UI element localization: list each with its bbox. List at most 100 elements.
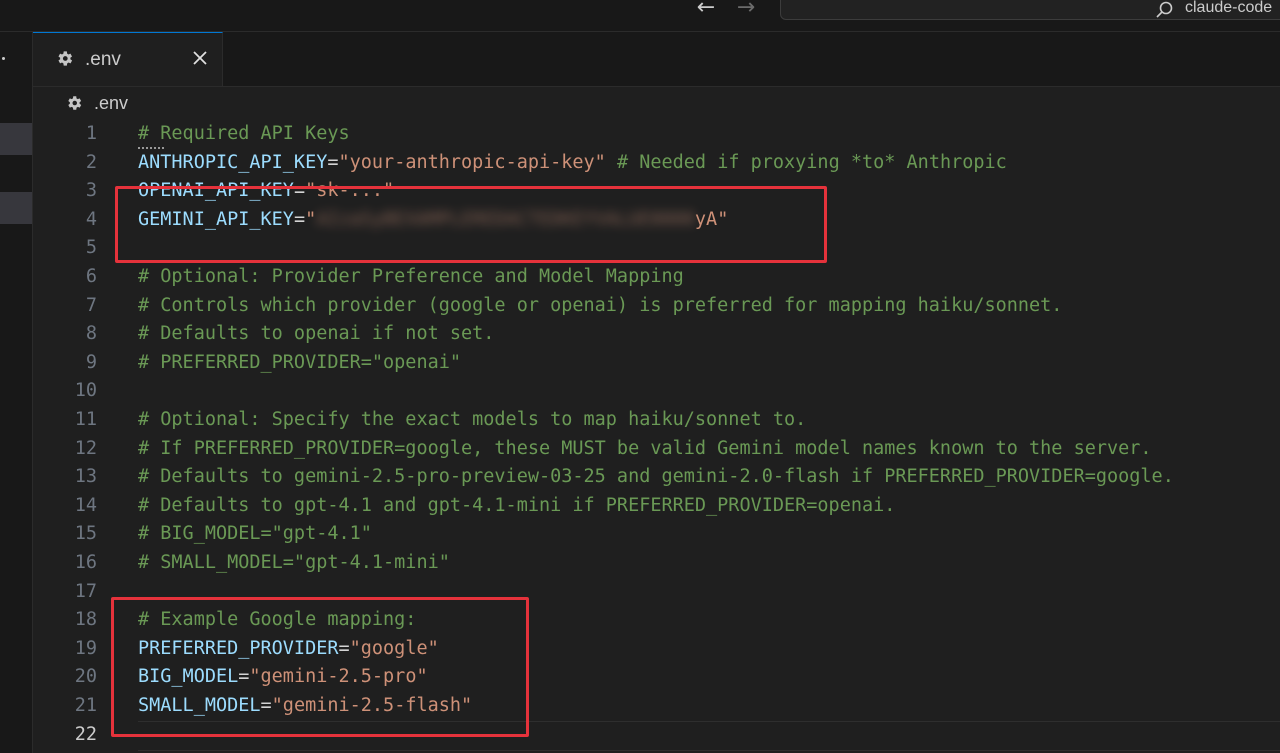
line-code: # Defaults to gpt-4.1 and gpt-4.1-mini i… — [138, 492, 895, 521]
breadcrumb-item-env[interactable]: .env — [94, 93, 128, 114]
env-variable-value: "gemini-2.5-flash" — [272, 695, 472, 716]
code-line[interactable]: 11 # Optional: Specify the exact models t… — [33, 406, 1280, 435]
env-variable-value: "sk-..." — [305, 180, 394, 201]
gear-icon — [55, 49, 74, 68]
equals-sign: = — [338, 638, 349, 659]
code-line[interactable]: 20BIG_MODEL="gemini-2.5-pro" — [33, 663, 1280, 692]
line-code: SMALL_MODEL="gemini-2.5-flash" — [138, 692, 472, 721]
code-comment: # Optional: Specify the exact models to … — [138, 409, 806, 430]
code-line[interactable]: 9 # PREFERRED_PROVIDER="openai" — [33, 349, 1280, 378]
line-number: 5 — [33, 234, 97, 263]
code-line[interactable]: 6 # Optional: Provider Preference and Mod… — [33, 263, 1280, 292]
line-code: # Controls which provider (google or ope… — [138, 292, 1062, 321]
tab-env[interactable]: .env — [33, 32, 223, 86]
line-code: OPENAI_API_KEY="sk-..." — [138, 177, 394, 206]
line-number: 9 — [33, 349, 97, 378]
env-variable-value-suffix: yA" — [695, 209, 728, 230]
code-line[interactable]: 15# BIG_MODEL="gpt-4.1" — [33, 520, 1280, 549]
code-comment: # Needed if proxying *to* Anthropic — [606, 152, 1007, 173]
equals-sign: = — [294, 180, 305, 201]
line-number: 13 — [33, 463, 97, 492]
gear-icon — [65, 94, 83, 112]
code-line[interactable]: 5 — [33, 234, 1280, 263]
line-number: 10 — [33, 377, 97, 406]
line-code: # Defaults to openai if not set. — [138, 320, 494, 349]
env-variable-name: SMALL_MODEL — [138, 695, 261, 716]
line-number: 16 — [33, 549, 97, 578]
code-comment: # BIG_MODEL="gpt-4.1" — [138, 523, 372, 544]
equals-sign: = — [261, 695, 272, 716]
code-line[interactable]: 10 — [33, 377, 1280, 406]
code-line[interactable]: 8 # Defaults to openai if not set. — [33, 320, 1280, 349]
code-comment: # Controls which provider (google or ope… — [138, 295, 1062, 316]
equals-sign: = — [238, 666, 249, 687]
line-code: PREFERRED_PROVIDER="google" — [138, 635, 439, 664]
sidebar — [0, 32, 33, 753]
equals-sign: = — [294, 209, 305, 230]
code-line[interactable]: 18# Example Google mapping: — [33, 606, 1280, 635]
code-editor[interactable]: 1# Required API Keys2ANTHROPIC_API_KEY="… — [33, 120, 1280, 753]
code-line[interactable]: 13 # Defaults to gemini-2.5-pro-preview-0… — [33, 463, 1280, 492]
code-line[interactable]: 16 # SMALL_MODEL="gpt-4.1-mini" — [33, 549, 1280, 578]
code-line[interactable]: 4 GEMINI_API_KEY="AIzaSyBEXAMPLEREDACTEDK… — [33, 206, 1280, 235]
code-line[interactable]: 14 # Defaults to gpt-4.1 and gpt-4.1-mini… — [33, 492, 1280, 521]
line-number: 7 — [33, 292, 97, 321]
line-number: 14 — [33, 492, 97, 521]
line-code: # Required API Keys — [138, 120, 350, 149]
env-variable-name: ANTHROPIC_API_KEY — [138, 152, 327, 173]
env-variable-value: "your-anthropic-api-key" — [339, 152, 606, 173]
line-number: 6 — [33, 263, 97, 292]
line-code: # BIG_MODEL="gpt-4.1" — [138, 520, 372, 549]
line-number: 17 — [33, 578, 97, 607]
code-line[interactable]: 12 # If PREFERRED_PROVIDER=google, these … — [33, 435, 1280, 464]
code-comment: # Required API Keys — [138, 123, 350, 144]
line-code: # SMALL_MODEL="gpt-4.1-mini" — [138, 549, 450, 578]
env-variable-name: BIG_MODEL — [138, 666, 238, 687]
code-comment: # SMALL_MODEL="gpt-4.1-mini" — [138, 552, 450, 573]
code-comment: # PREFERRED_PROVIDER="openai" — [138, 352, 461, 373]
env-variable-name: OPENAI_API_KEY — [138, 180, 294, 201]
line-code: # If PREFERRED_PROVIDER=google, these MU… — [138, 435, 1152, 464]
line-number: 2 — [33, 149, 97, 178]
code-line[interactable]: 3 OPENAI_API_KEY="sk-..." — [33, 177, 1280, 206]
line-code: GEMINI_API_KEY="AIzaSyBEXAMPLEREDACTEDKE… — [138, 206, 728, 235]
line-number: 4 — [33, 206, 97, 235]
line-code: # PREFERRED_PROVIDER="openai" — [138, 349, 461, 378]
close-icon[interactable] — [191, 49, 209, 67]
env-variable-name: PREFERRED_PROVIDER — [138, 638, 338, 659]
sidebar-selected-item[interactable] — [0, 192, 32, 224]
code-line[interactable]: 1 # Required API Keys — [33, 120, 1280, 149]
line-number: 8 — [33, 320, 97, 349]
equals-sign: = — [327, 152, 338, 173]
code-line[interactable]: 7 # Controls which provider (google or op… — [33, 292, 1280, 321]
code-comment: # Defaults to gemini-2.5-pro-preview-03-… — [138, 466, 1174, 487]
line-number: 12 — [33, 435, 97, 464]
env-variable-value-prefix: " — [305, 209, 316, 230]
line-number: 11 — [33, 406, 97, 435]
line-code: # Optional: Specify the exact models to … — [138, 406, 806, 435]
env-variable-name: GEMINI_API_KEY — [138, 209, 294, 230]
line-code: # Defaults to gemini-2.5-pro-preview-03-… — [138, 463, 1174, 492]
line-number: 18 — [33, 606, 97, 635]
line-number: 3 — [33, 177, 97, 206]
command-center-search[interactable]: claude-code — [780, 0, 1280, 20]
code-line[interactable]: 17 — [33, 578, 1280, 607]
line-number: 21 — [33, 692, 97, 721]
editor-window: ← → claude-code .env — [0, 0, 1280, 753]
line-number: 22 — [33, 721, 97, 750]
code-line[interactable]: 19PREFERRED_PROVIDER="google" — [33, 635, 1280, 664]
code-line[interactable]: 22 — [33, 721, 1280, 750]
sidebar-selected-item[interactable] — [0, 123, 32, 155]
line-code: ANTHROPIC_API_KEY="your-anthropic-api-ke… — [138, 149, 1007, 178]
tab-bar: .env — [33, 32, 1280, 87]
code-line[interactable]: 2 ANTHROPIC_API_KEY="your-anthropic-api-k… — [33, 149, 1280, 178]
redacted-api-key: AIzaSyBEXAMPLEREDACTEDKEYVALUE0000 — [316, 206, 695, 235]
line-code: # Optional: Provider Preference and Mode… — [138, 263, 684, 292]
forward-arrow-icon[interactable]: → — [732, 0, 760, 19]
line-number: 1 — [33, 120, 97, 149]
line-number: 20 — [33, 663, 97, 692]
code-comment: # Defaults to openai if not set. — [138, 323, 494, 344]
back-arrow-icon[interactable]: ← — [692, 0, 720, 19]
code-line[interactable]: 21 SMALL_MODEL="gemini-2.5-flash" — [33, 692, 1280, 721]
code-comment: # If PREFERRED_PROVIDER=google, these MU… — [138, 438, 1152, 459]
